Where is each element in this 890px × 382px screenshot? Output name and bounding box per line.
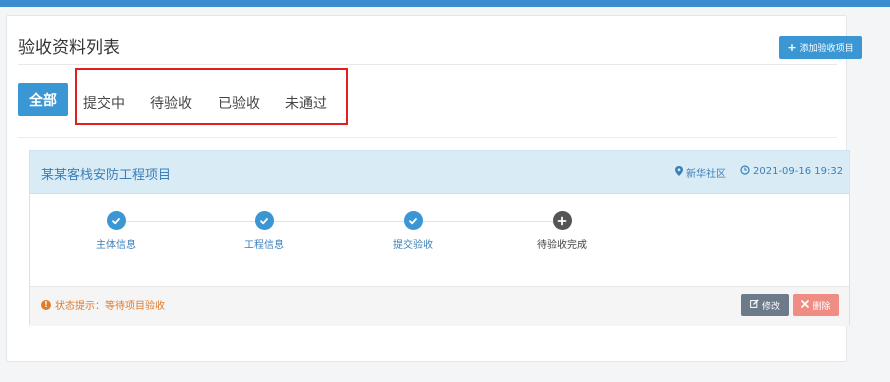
acceptance-list-panel: 验收资料列表 + 添加验收项目 全部 提交中 待验收 已验收 未通过 某某客栈安… xyxy=(6,15,862,362)
step-label: 待验收完成 xyxy=(537,240,587,251)
card-header: 某某客栈安防工程项目 新华社区 2021-09-16 19:32 xyxy=(30,151,849,194)
page-title: 验收资料列表 xyxy=(18,38,120,58)
close-icon xyxy=(801,299,810,311)
step-label: 提交验收 xyxy=(393,240,433,251)
status-text: 状态提示：等待项目验收 xyxy=(55,301,165,312)
project-title[interactable]: 某某客栈安防工程项目 xyxy=(41,164,171,183)
delete-button[interactable]: 删除 xyxy=(793,294,839,316)
datetime: 2021-09-16 19:32 xyxy=(740,165,843,178)
check-icon xyxy=(403,211,423,230)
tab-accepted[interactable]: 已验收 xyxy=(218,93,260,113)
add-project-label: 添加验收项目 xyxy=(799,44,854,54)
clock-icon xyxy=(740,165,750,178)
tab-all[interactable]: 全部 xyxy=(18,83,68,116)
divider xyxy=(18,137,837,138)
edit-button[interactable]: 修改 xyxy=(741,294,789,316)
card-footer: ! 状态提示：等待项目验收 修改 删除 xyxy=(30,286,849,326)
plus-icon xyxy=(552,211,572,230)
edit-icon xyxy=(750,299,759,311)
divider xyxy=(18,64,837,65)
map-marker-icon xyxy=(675,166,683,179)
top-accent-bar xyxy=(0,0,890,7)
progress-line xyxy=(126,221,572,222)
step-project-info: 工程信息 xyxy=(214,211,314,251)
add-project-button[interactable]: + 添加验收项目 xyxy=(779,36,862,59)
delete-label: 删除 xyxy=(812,301,831,312)
alert-icon: ! xyxy=(41,299,51,310)
project-card: 某某客栈安防工程项目 新华社区 2021-09-16 19:32 主体信息 工程… xyxy=(29,150,850,326)
step-submit-acceptance: 提交验收 xyxy=(363,211,463,251)
location: 新华社区 xyxy=(675,165,726,180)
step-main-info: 主体信息 xyxy=(66,211,166,251)
tab-rejected[interactable]: 未通过 xyxy=(285,93,327,113)
check-icon xyxy=(106,211,126,230)
tab-submitting[interactable]: 提交中 xyxy=(83,93,125,113)
plus-icon: + xyxy=(787,41,797,54)
status-hint: ! 状态提示：等待项目验收 xyxy=(41,297,165,312)
edit-label: 修改 xyxy=(761,301,780,312)
location-text: 新华社区 xyxy=(686,169,726,180)
step-awaiting-completion: 待验收完成 xyxy=(512,211,612,251)
step-label: 主体信息 xyxy=(96,240,136,251)
tab-pending[interactable]: 待验收 xyxy=(150,93,192,113)
check-icon xyxy=(254,211,274,230)
step-label: 工程信息 xyxy=(244,240,284,251)
datetime-text: 2021-09-16 19:32 xyxy=(753,166,844,177)
